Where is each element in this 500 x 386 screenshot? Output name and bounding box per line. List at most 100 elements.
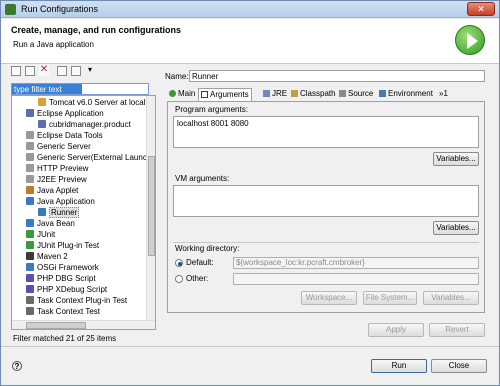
collapse-all-icon[interactable] <box>57 66 67 76</box>
tree-item-label: Generic Server(External Launch) <box>37 153 154 162</box>
tree-item[interactable]: JUnit Plug-in Test <box>26 240 99 251</box>
apply-button[interactable]: Apply <box>368 323 424 337</box>
tree-item-label: Java Application <box>37 197 95 206</box>
workspace-button[interactable]: Workspace... <box>301 291 357 305</box>
tab-main-label: Main <box>178 89 196 98</box>
view-menu-chevron-down-icon[interactable]: ▾ <box>85 66 95 76</box>
tab-jre[interactable]: JRE <box>261 88 289 101</box>
tree-horizontal-scrollbar[interactable] <box>12 320 155 329</box>
tree-item-label: PHP XDebug Script <box>37 285 108 294</box>
config-type-icon <box>26 230 34 238</box>
working-dir-variables-button[interactable]: Variables... <box>423 291 479 305</box>
tree-item[interactable]: Tomcat v6.0 Server at locall <box>38 97 147 108</box>
tab-source-label: Source <box>348 89 374 98</box>
filter-input[interactable] <box>12 84 82 94</box>
duplicate-config-icon[interactable] <box>25 66 35 76</box>
header-subtitle: Run a Java application <box>13 40 94 49</box>
tree-item[interactable]: Task Context Plug-in Test <box>26 295 127 306</box>
new-config-icon[interactable] <box>11 66 21 76</box>
config-type-icon <box>26 285 34 293</box>
config-tabs: Main Arguments JRE Classpath Source Envi… <box>167 88 485 102</box>
tab-overflow-label: »1 <box>439 89 448 98</box>
tree-item[interactable]: PHP XDebug Script <box>26 284 107 295</box>
run-button[interactable]: Run <box>371 359 427 373</box>
tab-arguments[interactable]: Arguments <box>198 88 252 102</box>
tree-item[interactable]: Java Bean <box>26 218 75 229</box>
tree-item[interactable]: HTTP Preview <box>26 163 88 174</box>
other-directory-field[interactable] <box>233 273 479 285</box>
default-directory-field: ${workspace_loc:kr.pcraft.cmbroker} <box>233 257 479 269</box>
default-radio[interactable] <box>175 259 183 267</box>
tree-item[interactable]: Runner <box>38 207 80 218</box>
tree-item-label: Java Applet <box>37 186 79 195</box>
jre-tab-icon <box>263 90 270 97</box>
tree-item[interactable]: Java Application <box>26 196 95 207</box>
help-icon[interactable]: ? <box>12 361 22 371</box>
tree-item-label: Task Context Test <box>37 307 100 316</box>
config-type-icon <box>26 197 34 205</box>
tab-environment-label: Environment <box>388 89 433 98</box>
config-type-icon <box>38 98 46 106</box>
file-system-button[interactable]: File System... <box>363 291 417 305</box>
config-type-icon <box>26 307 34 315</box>
config-type-icon <box>26 263 34 271</box>
tree-item[interactable]: Generic Server <box>26 141 91 152</box>
tree-item[interactable]: Eclipse Application <box>26 108 104 119</box>
tree-item-label: HTTP Preview <box>37 164 89 173</box>
tree-item[interactable]: Eclipse Data Tools <box>26 130 103 141</box>
filter-field[interactable] <box>11 83 149 95</box>
name-label: Name: <box>165 72 189 81</box>
tab-classpath-label: Classpath <box>300 89 336 98</box>
config-type-icon <box>26 296 34 304</box>
tab-environment[interactable]: Environment <box>377 88 435 101</box>
program-arguments-textarea[interactable]: localhost 8001 8080 <box>173 116 479 148</box>
config-type-icon <box>26 186 34 194</box>
tree-item[interactable]: PHP DBG Script <box>26 273 96 284</box>
tree-item[interactable]: Task Context Test <box>26 306 100 317</box>
environment-tab-icon <box>379 90 386 97</box>
tab-main[interactable]: Main <box>167 88 197 101</box>
vscroll-thumb[interactable] <box>148 156 155 256</box>
tree-item[interactable]: OSGi Framework <box>26 262 99 273</box>
config-type-icon <box>26 219 34 227</box>
program-variables-button[interactable]: Variables... <box>433 152 479 166</box>
filter-configs-icon[interactable] <box>71 66 81 76</box>
default-radio-label: Default: <box>186 258 214 267</box>
tree-item[interactable]: Generic Server(External Launch) <box>26 152 154 163</box>
vm-variables-button[interactable]: Variables... <box>433 221 479 235</box>
delete-config-icon[interactable]: ✕ <box>39 65 49 76</box>
hscroll-thumb[interactable] <box>26 322 86 329</box>
window-close-button[interactable]: ✕ <box>467 2 495 16</box>
tree-vertical-scrollbar[interactable] <box>146 96 155 320</box>
tab-source[interactable]: Source <box>337 88 375 101</box>
program-arguments-label: Program arguments: <box>175 105 248 114</box>
tree-item-label: Eclipse Data Tools <box>37 131 103 140</box>
tree-item-label: JUnit <box>37 230 56 239</box>
tree-item[interactable]: Java Applet <box>26 185 78 196</box>
config-type-icon <box>26 175 34 183</box>
vm-arguments-textarea[interactable] <box>173 185 479 217</box>
name-input[interactable] <box>189 70 485 82</box>
tab-arguments-label: Arguments <box>210 90 249 99</box>
tree-item-label: Generic Server <box>37 142 91 151</box>
tree-item-label: J2EE Preview <box>37 175 87 184</box>
tab-overflow[interactable]: »1 <box>437 88 450 101</box>
tree-item-label: Eclipse Application <box>37 109 104 118</box>
tree-item-label: Runner <box>49 207 80 218</box>
tree-item[interactable]: J2EE Preview <box>26 174 87 185</box>
other-radio-label: Other: <box>186 274 209 283</box>
tree-item[interactable]: cubridmanager.product <box>38 119 131 130</box>
revert-button[interactable]: Revert <box>429 323 485 337</box>
filter-status: Filter matched 21 of 25 items <box>13 334 117 343</box>
tree-item-label: Java Bean <box>37 219 75 228</box>
tree-item[interactable]: JUnit <box>26 229 55 240</box>
tree-item[interactable]: Maven 2 <box>26 251 68 262</box>
config-type-icon <box>26 274 34 282</box>
title-bar: Run Configurations ✕ <box>1 1 499 18</box>
config-type-icon <box>38 120 46 128</box>
tab-classpath[interactable]: Classpath <box>289 88 338 101</box>
config-type-icon <box>26 153 34 161</box>
other-radio[interactable] <box>175 275 183 283</box>
footer-divider <box>1 346 499 347</box>
close-button[interactable]: Close <box>431 359 487 373</box>
